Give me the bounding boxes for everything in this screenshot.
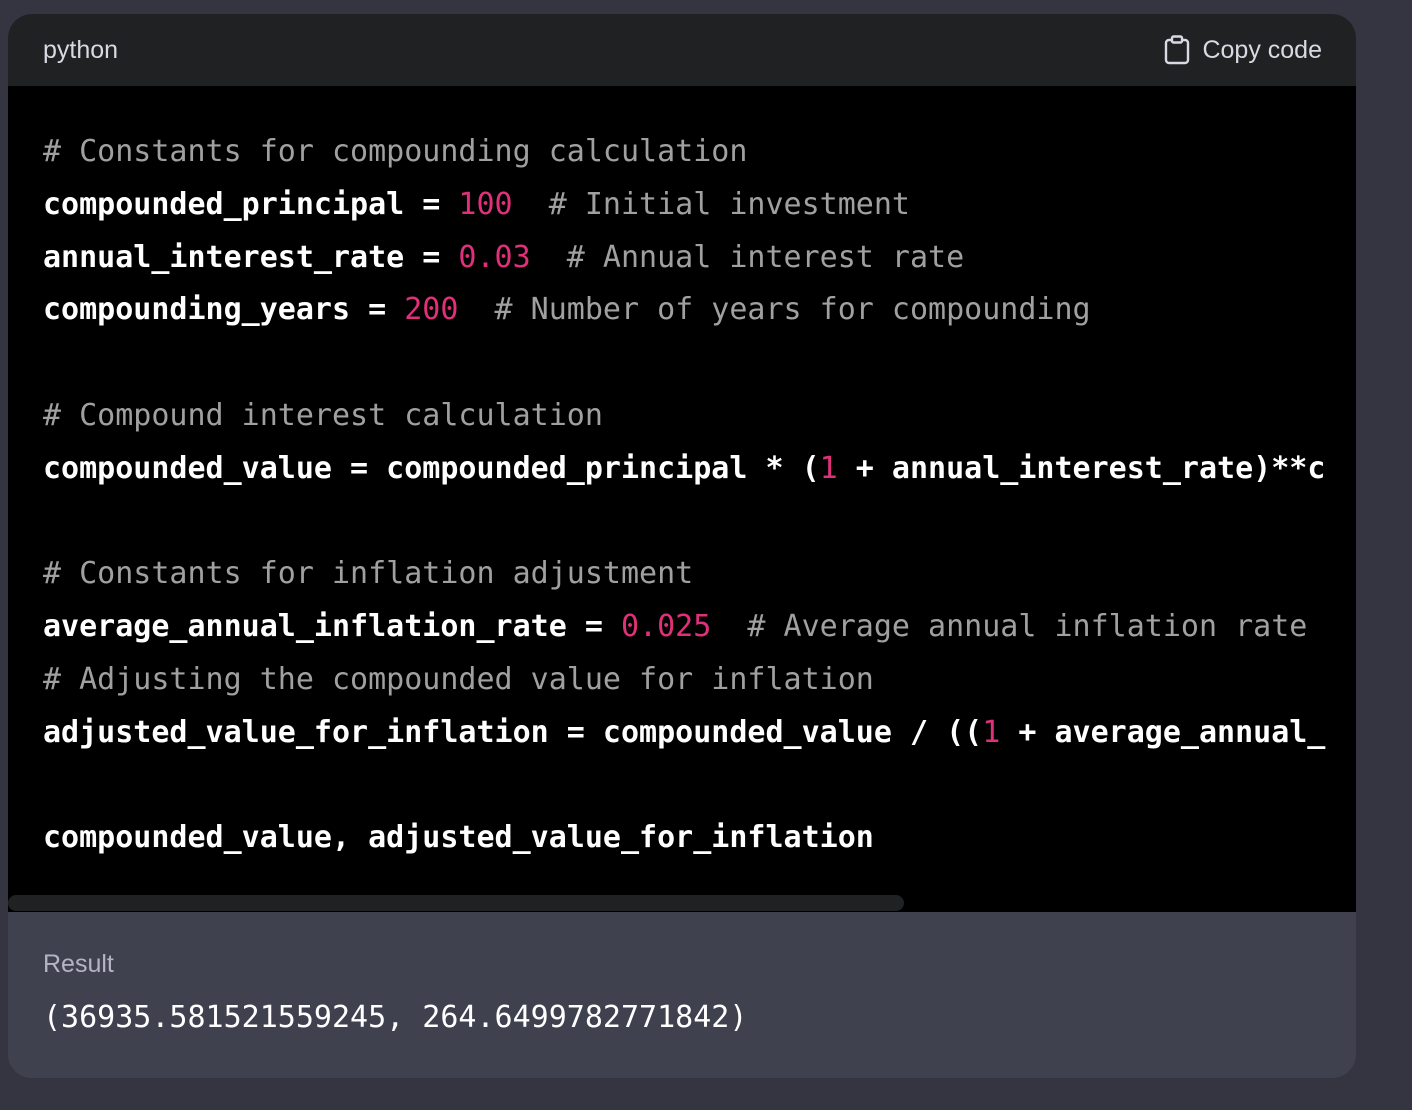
code-comment: # Adjusting the compounded value for inf… [43, 661, 874, 697]
clipboard-icon [1164, 35, 1190, 65]
code-number: 0.03 [458, 239, 531, 275]
code-text: adjusted_value_for_inflation = compounde… [43, 714, 983, 750]
code-line: compounded_value = compounded_principal … [43, 443, 1325, 496]
code-comment: # Constants for compounding calculation [43, 134, 748, 169]
code-block-header: python Copy code [8, 14, 1356, 86]
code-text: + average_annual_ [1000, 714, 1326, 750]
code-number: 200 [404, 292, 459, 328]
result-label: Result [43, 950, 114, 978]
code-text: compounded_value = compounded_principal … [43, 450, 820, 486]
code-text: compounded_value, adjusted_value_for_inf… [43, 820, 874, 856]
code-text: + annual_interest_rate)**c [837, 450, 1326, 486]
code-text: compounded_principal = [43, 186, 459, 222]
copy-code-button[interactable]: Copy code [1164, 32, 1322, 68]
code-comment: # Average annual inflation rate [747, 609, 1308, 645]
code-block-card: python Copy code # Constants for compoun… [8, 14, 1356, 1078]
code-comment: # Compound interest calculation [43, 397, 603, 433]
code-line: compounding_years = 200 # Number of year… [43, 284, 1325, 337]
code-line: compounded_value, adjusted_value_for_inf… [43, 812, 1325, 865]
code-text: average_annual_inflation_rate = [43, 609, 621, 645]
code-text: compounding_years = [43, 292, 405, 328]
code-line: # Compound interest calculation [43, 390, 1325, 443]
code-line: # Constants for inflation adjustment [43, 548, 1325, 601]
code-line: annual_interest_rate = 0.03 # Annual int… [43, 232, 1325, 285]
code-text: annual_interest_rate = [43, 239, 459, 275]
code-lines: # Constants for compounding calculation c… [43, 126, 1325, 865]
result-value: (36935.581521559245, 264.6499782771842) [43, 1000, 748, 1035]
code-line: compounded_principal = 100 # Initial inv… [43, 179, 1325, 232]
page: python Copy code # Constants for compoun… [0, 0, 1412, 1110]
code-area[interactable]: # Constants for compounding calculation c… [8, 86, 1356, 912]
code-number: 1 [819, 450, 838, 486]
code-line: # Adjusting the compounded value for inf… [43, 654, 1325, 707]
code-comment: # Constants for inflation adjustment [43, 556, 694, 592]
result-area: Result (36935.581521559245, 264.64997827… [8, 912, 1356, 1078]
code-number: 0.025 [620, 609, 712, 645]
code-line: # Constants for compounding calculation [43, 126, 1325, 179]
code-line: average_annual_inflation_rate = 0.025 # … [43, 601, 1325, 654]
code-comment: # Annual interest rate [566, 239, 965, 275]
code-comment: # Number of years for compounding [494, 292, 1091, 328]
horizontal-scrollbar-thumb[interactable] [8, 895, 904, 911]
horizontal-scrollbar-track[interactable] [8, 894, 1356, 912]
code-number: 1 [982, 714, 1001, 750]
code-line: adjusted_value_for_inflation = compounde… [43, 707, 1325, 760]
code-number: 100 [458, 186, 513, 222]
code-comment: # Initial investment [548, 186, 910, 222]
language-label: python [43, 36, 119, 64]
copy-code-label: Copy code [1202, 35, 1322, 64]
